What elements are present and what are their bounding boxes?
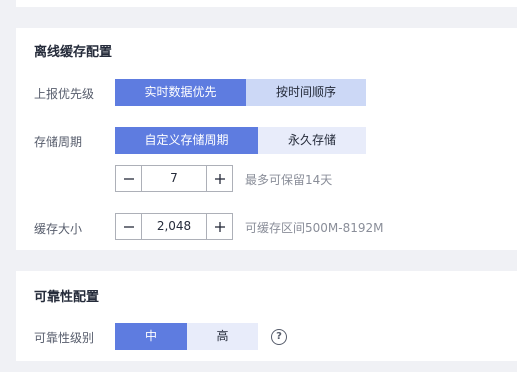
report-priority-segment: 实时数据优先 按时间顺序 — [115, 79, 366, 106]
option-permanent[interactable]: 永久存储 — [258, 127, 366, 154]
reliability-card: 可靠性配置 可靠性级别 中 高 ? — [16, 271, 517, 361]
plus-button[interactable] — [206, 214, 232, 239]
option-medium[interactable]: 中 — [115, 323, 187, 350]
plus-icon — [214, 221, 225, 232]
minus-icon — [123, 225, 134, 228]
cache-size-label: 缓存大小 — [34, 222, 83, 236]
offline-cache-card: 离线缓存配置 上报优先级 实时数据优先 按时间顺序 存储周期 自定义存储周期 永… — [16, 28, 517, 250]
previous-section-card — [16, 0, 517, 7]
plus-button[interactable] — [206, 166, 232, 191]
storage-period-label: 存储周期 — [34, 135, 83, 149]
option-time-order[interactable]: 按时间顺序 — [246, 79, 366, 106]
storage-days-hint: 最多可保留14天 — [245, 173, 333, 187]
reliability-title: 可靠性配置 — [34, 290, 100, 305]
option-custom-period[interactable]: 自定义存储周期 — [115, 127, 258, 154]
minus-button[interactable] — [116, 214, 142, 239]
minus-icon — [123, 177, 134, 180]
minus-button[interactable] — [116, 166, 142, 191]
storage-days-stepper: 7 — [115, 165, 233, 192]
plus-icon — [214, 173, 225, 184]
storage-period-segment: 自定义存储周期 永久存储 — [115, 127, 366, 154]
question-circle-icon[interactable]: ? — [271, 329, 287, 345]
report-priority-label: 上报优先级 — [34, 87, 95, 101]
cache-size-stepper: 2,048 — [115, 213, 233, 240]
storage-days-value[interactable]: 7 — [142, 166, 206, 191]
option-realtime-first[interactable]: 实时数据优先 — [115, 79, 246, 106]
option-high[interactable]: 高 — [187, 323, 258, 350]
reliability-level-segment: 中 高 — [115, 323, 258, 350]
cache-size-hint: 可缓存区间500M-8192M — [245, 221, 384, 235]
reliability-level-label: 可靠性级别 — [34, 331, 95, 345]
cache-size-value[interactable]: 2,048 — [142, 214, 206, 239]
offline-cache-title: 离线缓存配置 — [34, 45, 113, 60]
